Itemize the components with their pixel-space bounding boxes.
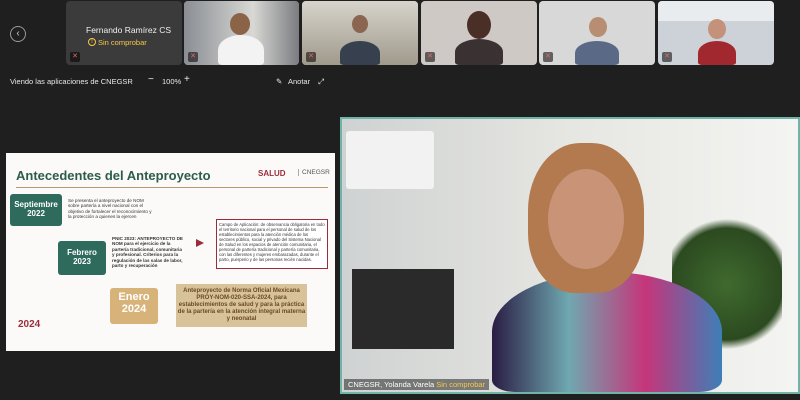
expand-icon[interactable]: ⤢ bbox=[318, 77, 324, 87]
muted-mic-icon: ✕ bbox=[188, 52, 198, 62]
muted-mic-icon: ✕ bbox=[425, 52, 435, 62]
viewing-label: Viendo las aplicaciones de CNEGSR bbox=[10, 77, 133, 86]
meeting-window: ‹ Fernando Ramírez CS ! Sin comprobar ✕ … bbox=[0, 0, 800, 400]
person-silhouette bbox=[340, 41, 380, 65]
participant-tile-3[interactable]: ✕ bbox=[302, 1, 418, 65]
person-head bbox=[708, 19, 726, 39]
muted-mic-icon: ✕ bbox=[662, 52, 672, 62]
muted-mic-icon: ✕ bbox=[70, 52, 80, 62]
logo-2024: 2024 bbox=[18, 319, 41, 330]
final-proposal-box: Anteproyecto de Norma Oficial Mexicana P… bbox=[176, 284, 307, 327]
person-head bbox=[352, 15, 368, 33]
person-head bbox=[467, 11, 491, 39]
monitor bbox=[352, 269, 454, 349]
person-silhouette bbox=[575, 41, 619, 65]
video-background bbox=[658, 1, 774, 21]
pen-icon: ✎ bbox=[276, 77, 283, 86]
date-box-2: Febrero 2023 bbox=[58, 241, 106, 275]
participant-tile-fernando[interactable]: Fernando Ramírez CS ! Sin comprobar ✕ bbox=[66, 1, 182, 65]
participant-name: Fernando Ramírez CS bbox=[86, 25, 172, 35]
presenter-name: CNEGSR, Yolanda Varela bbox=[348, 380, 435, 389]
air-conditioner bbox=[346, 131, 434, 189]
presenter-label: CNEGSR, Yolanda Varela Sin comprobar bbox=[344, 379, 490, 390]
title-divider bbox=[16, 187, 328, 188]
participant-status: Sin comprobar bbox=[98, 38, 147, 47]
salud-logo: SALUD bbox=[258, 169, 286, 178]
arrow-icon bbox=[196, 239, 204, 247]
warning-icon: ! bbox=[88, 38, 96, 46]
muted-mic-icon: ✕ bbox=[306, 52, 316, 62]
date-box-1: Septiembre 2022 bbox=[10, 194, 62, 226]
participant-tile-2[interactable]: ✕ bbox=[184, 1, 299, 65]
muted-mic-icon: ✕ bbox=[543, 52, 553, 62]
person-head bbox=[230, 13, 250, 35]
zoom-level: 100% bbox=[162, 77, 182, 86]
shared-slide: Antecedentes del Anteproyecto SALUD CNEG… bbox=[6, 153, 335, 351]
person-head bbox=[589, 17, 607, 37]
slide-title: Antecedentes del Anteproyecto bbox=[16, 168, 211, 183]
participant-tile-4[interactable]: ✕ bbox=[421, 1, 537, 65]
sharing-toolbar: Viendo las aplicaciones de CNEGSR − 100%… bbox=[0, 74, 800, 90]
date-box-3: Enero 2024 bbox=[110, 288, 158, 324]
annotate-button[interactable]: Anotar bbox=[288, 77, 310, 86]
presenter-status: Sin comprobar bbox=[436, 380, 486, 389]
zoom-in-button[interactable]: + bbox=[184, 74, 190, 85]
scope-box: Campo de Aplicación: de observancia obli… bbox=[216, 219, 328, 269]
person-head bbox=[548, 169, 624, 269]
previous-participants-button[interactable]: ‹ bbox=[10, 26, 26, 42]
person-silhouette bbox=[455, 39, 503, 65]
cnegsr-logo: CNEGSR bbox=[298, 169, 330, 176]
person-silhouette bbox=[218, 35, 264, 65]
timeline-text-1: Se presenta el anteproyecto de NOM sobre… bbox=[68, 198, 152, 220]
timeline-text-2: PNIC 2023: ANTEPROYECTO DE NOM para el e… bbox=[112, 236, 183, 269]
presenter-video[interactable]: CNEGSR, Yolanda Varela Sin comprobar bbox=[340, 117, 800, 394]
zoom-out-button[interactable]: − bbox=[148, 74, 154, 85]
participant-tile-5[interactable]: ✕ bbox=[539, 1, 655, 65]
participant-tile-6[interactable]: ✕ bbox=[658, 1, 774, 65]
person-silhouette bbox=[698, 41, 736, 65]
